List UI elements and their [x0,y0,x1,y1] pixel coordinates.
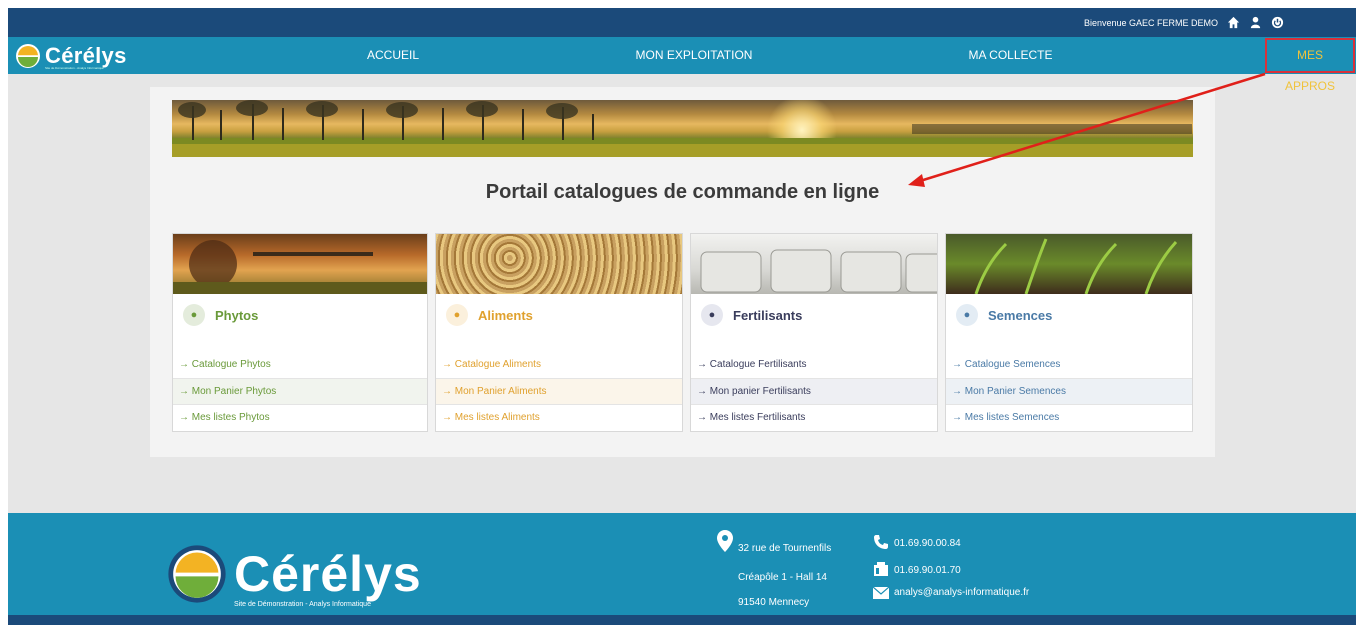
main-content: Portail catalogues de commande en ligne … [150,87,1215,457]
link-panier-semences[interactable]: → Mon Panier Semences [946,378,1192,404]
main-navbar: Cérélys Site de Démonstration - Analys I… [8,37,1356,93]
link-listes-fertilisants[interactable]: → Mes listes Fertilisants [691,404,937,430]
bottle-icon: ● [956,304,978,326]
fax-icon [873,561,889,582]
aliments-image [436,234,682,294]
link-panier-fertilisants[interactable]: → Mon panier Fertilisants [691,378,937,404]
page: Bienvenue GAEC FERME DEMO Cérélys Site d… [8,8,1356,625]
phone-number: 01.69.90.00.84 [894,538,961,549]
nav-mes-appros[interactable]: MES APPROS [1265,38,1355,93]
bottle-icon: ● [446,304,468,326]
address-line-1: 32 rue de Tournenfils [738,543,832,554]
link-panier-aliments[interactable]: → Mon Panier Aliments [436,378,682,404]
cerelys-logo-icon [168,545,226,603]
link-listes-semences[interactable]: → Mes listes Semences [946,404,1192,430]
email-link[interactable]: analys@analys-informatique.fr [894,587,1029,598]
link-catalogue-fertilisants[interactable]: → Catalogue Fertilisants [691,352,937,378]
aliments-title: Aliments [478,307,533,323]
nav-accueil[interactable]: ACCUEIL [363,37,423,74]
aliments-header: ● Aliments [436,294,682,336]
power-icon[interactable] [1270,16,1284,30]
semences-image [946,234,1192,294]
link-catalogue-aliments[interactable]: → Catalogue Aliments [436,352,682,378]
cerelys-logo-icon [16,44,40,68]
home-icon[interactable] [1226,16,1240,30]
welcome-text: Bienvenue GAEC FERME DEMO [1083,17,1218,28]
footer-logo-text: Cérélys [234,546,422,602]
page-title: Portail catalogues de commande en ligne [485,181,880,203]
bottle-icon: ● [183,304,205,326]
card-phytos: ● Phytos → Catalogue Phytos → Mon Panier… [172,233,428,432]
bottle-icon: ● [701,304,723,326]
link-listes-aliments[interactable]: → Mes listes Aliments [436,404,682,430]
card-fertilisants: ● Fertilisants → Catalogue Fertilisants … [690,233,938,432]
link-listes-phytos[interactable]: → Mes listes Phytos [173,404,427,430]
semences-header: ● Semences [946,294,1192,336]
footer-bottom-bar [8,615,1356,625]
footer: Cérélys Site de Démonstration - Analys I… [8,513,1356,615]
phone-icon [873,534,889,555]
card-semences: ● Semences → Catalogue Semences → Mon Pa… [945,233,1193,432]
nav-mon-exploitation[interactable]: MON EXPLOITATION [623,37,765,74]
footer-logo: Cérélys Site de Démonstration - Analys I… [166,543,422,608]
map-pin-icon [717,530,733,557]
cerelys-logo[interactable]: Cérélys Site de Démonstration - Analys I… [15,43,127,70]
logo-subtitle: Site de Démonstration - Analys Informati… [45,66,104,70]
footer-logo-subtitle: Site de Démonstration - Analys Informati… [234,601,371,608]
card-aliments: ● Aliments → Catalogue Aliments → Mon Pa… [435,233,683,432]
address-line-2: Créapôle 1 - Hall 14 [738,572,827,583]
semences-title: Semences [988,307,1053,323]
banner-image [172,100,1193,157]
phytos-image [173,234,427,294]
user-icon[interactable] [1248,16,1262,30]
fax-number: 01.69.90.01.70 [894,565,961,576]
fertilisants-image [691,234,937,294]
link-panier-phytos[interactable]: → Mon Panier Phytos [173,378,427,404]
link-catalogue-phytos[interactable]: → Catalogue Phytos [173,352,427,378]
address-line-3: 91540 Mennecy [738,597,810,608]
fertilisants-title: Fertilisants [733,307,803,323]
fertilisants-header: ● Fertilisants [691,294,937,336]
top-bar: Bienvenue GAEC FERME DEMO [8,8,1356,37]
mail-icon [872,586,890,604]
nav-ma-collecte[interactable]: MA COLLECTE [958,37,1063,74]
link-catalogue-semences[interactable]: → Catalogue Semences [946,352,1192,378]
phytos-header: ● Phytos [173,294,427,336]
phytos-title: Phytos [215,307,259,323]
